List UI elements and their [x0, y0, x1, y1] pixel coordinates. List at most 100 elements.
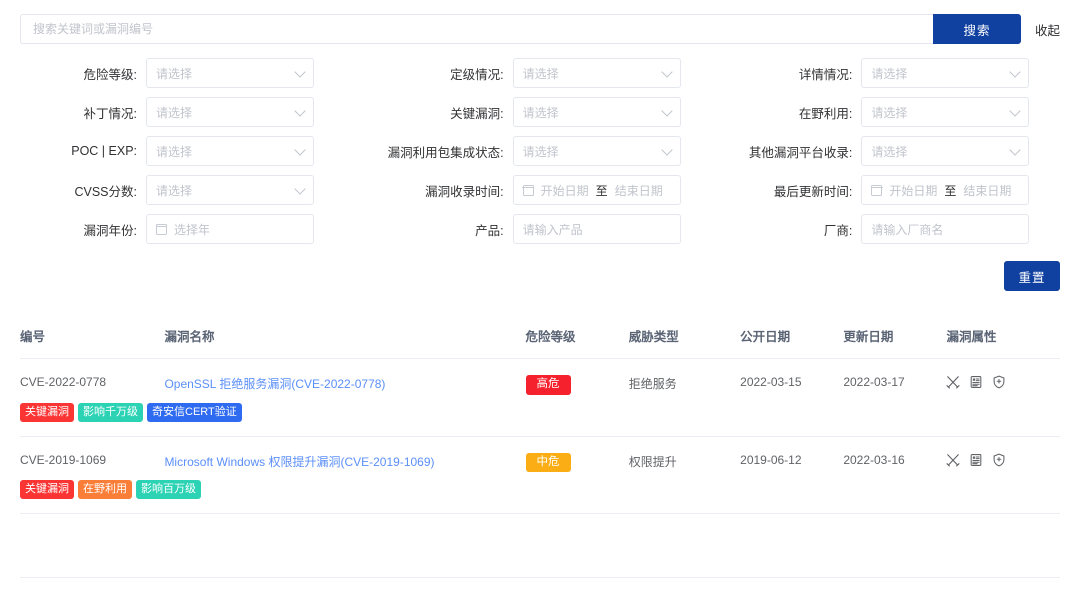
vendor-input[interactable]: 请输入厂商名	[861, 214, 1030, 244]
results-table: 编号 漏洞名称 危险等级 威胁类型 公开日期 更新日期 漏洞属性 CVE-202…	[20, 313, 1060, 515]
filter-label: 关键漏洞:	[450, 106, 504, 121]
key-vulnerability-select[interactable]: 请选择	[512, 97, 681, 127]
start-date-value: 开始日期	[889, 183, 938, 198]
select-value: 请选择	[871, 105, 908, 120]
filter-last-update-date-range: 最后更新时间: 开始日期 至 结束日期	[713, 175, 1060, 205]
filter-label: 厂商:	[823, 223, 853, 238]
poc-exp-select[interactable]: 请选择	[146, 136, 314, 166]
header-threat: 威胁类型	[628, 313, 741, 359]
cell-published: 2022-03-15	[740, 375, 802, 389]
last-update-date-range-picker[interactable]: 开始日期 至 结束日期	[861, 175, 1030, 205]
filter-rating-status: 定级情况: 请选择	[367, 58, 714, 88]
chevron-down-icon	[294, 183, 306, 195]
date-separator: 至	[595, 183, 608, 198]
filter-label: 漏洞利用包集成状态:	[387, 145, 504, 160]
filter-exploit-kit-status: 漏洞利用包集成状态: 请选择	[367, 136, 714, 166]
filter-label: POC | EXP:	[71, 144, 137, 158]
vuln-year-picker[interactable]: 选择年	[146, 214, 314, 244]
end-date-value: 结束日期	[614, 183, 663, 198]
chevron-down-icon	[294, 66, 306, 78]
filter-key-vulnerability: 关键漏洞: 请选择	[367, 97, 714, 127]
filter-label: 定级情况:	[450, 67, 504, 82]
vulnerability-search-page: 搜索 收起 危险等级: 请选择 定级情况: 请选择 详情情况:	[0, 0, 1080, 590]
filter-label: 在野利用:	[798, 106, 853, 121]
table-header: 编号 漏洞名称 危险等级 威胁类型 公开日期 更新日期 漏洞属性	[20, 313, 1060, 359]
cell-name: OpenSSL 拒绝服务漏洞(CVE-2022-0778)	[164, 359, 525, 399]
cell-updated: 2022-03-17	[843, 375, 905, 389]
header-level: 危险等级	[525, 313, 629, 359]
table-body: CVE-2022-0778 OpenSSL 拒绝服务漏洞(CVE-2022-07…	[20, 359, 1060, 515]
shield-patch-icon[interactable]	[992, 375, 1006, 389]
cell-threat: 权限提升	[628, 454, 677, 469]
filter-row: 危险等级: 请选择 定级情况: 请选择 详情情况: 请选择	[20, 58, 1060, 88]
filter-row: 漏洞年份: 选择年 产品: 请输入产品 厂商: 请输入厂商名	[20, 214, 1060, 244]
filter-label: 补丁情况:	[83, 106, 137, 121]
header-id: 编号	[20, 313, 165, 359]
results-table-wrapper: 编号 漏洞名称 危险等级 威胁类型 公开日期 更新日期 漏洞属性 CVE-202…	[0, 313, 1080, 515]
filter-other-platform-listing: 其他漏洞平台收录: 请选择	[713, 136, 1060, 166]
cell-level: 中危	[525, 436, 629, 476]
filter-danger-level: 危险等级: 请选择	[20, 58, 367, 88]
header-published: 公开日期	[740, 313, 844, 359]
exploit-kit-status-select[interactable]: 请选择	[512, 136, 681, 166]
header-name: 漏洞名称	[164, 313, 526, 359]
severity-badge: 高危	[525, 375, 571, 395]
filter-label: CVSS分数:	[74, 184, 137, 199]
filter-record-date-range: 漏洞收录时间: 开始日期 至 结束日期	[367, 175, 714, 205]
detail-status-select[interactable]: 请选择	[861, 58, 1030, 88]
collapse-toggle[interactable]: 收起	[1035, 20, 1060, 39]
filter-poc-exp: POC | EXP: 请选择	[20, 136, 367, 166]
filter-in-the-wild: 在野利用: 请选择	[713, 97, 1060, 127]
filter-label: 危险等级:	[83, 67, 137, 82]
start-date-value: 开始日期	[540, 183, 589, 198]
chevron-down-icon	[1009, 105, 1021, 117]
header-attributes: 漏洞属性	[946, 313, 1060, 359]
chevron-down-icon	[294, 105, 306, 117]
in-the-wild-select[interactable]: 请选择	[861, 97, 1030, 127]
table-row[interactable]: CVE-2022-0778 OpenSSL 拒绝服务漏洞(CVE-2022-07…	[20, 359, 1060, 399]
search-input[interactable]	[20, 14, 933, 44]
filter-vendor: 厂商: 请输入厂商名	[713, 214, 1060, 244]
patch-status-select[interactable]: 请选择	[146, 97, 314, 127]
crossed-swords-icon[interactable]	[946, 375, 961, 389]
filter-label: 最后更新时间:	[773, 184, 853, 199]
calendar-icon	[522, 184, 534, 196]
cell-level: 高危	[525, 359, 629, 399]
select-value: 请选择	[522, 105, 559, 120]
rating-status-select[interactable]: 请选择	[512, 58, 681, 88]
filter-row: POC | EXP: 请选择 漏洞利用包集成状态: 请选择 其他漏洞平台收录: …	[20, 136, 1060, 166]
other-platform-listing-select[interactable]: 请选择	[861, 136, 1030, 166]
danger-level-select[interactable]: 请选择	[146, 58, 314, 88]
chevron-down-icon	[660, 105, 673, 117]
select-value: 请选择	[522, 66, 559, 81]
document-icon[interactable]	[969, 375, 983, 389]
product-input[interactable]: 请输入产品	[512, 214, 681, 244]
vulnerability-link[interactable]: OpenSSL 拒绝服务漏洞(CVE-2022-0778)	[164, 377, 385, 391]
filter-label: 漏洞收录时间:	[425, 184, 504, 199]
vuln-tag: 关键漏洞	[20, 402, 74, 422]
cell-name: Microsoft Windows 权限提升漏洞(CVE-2019-1069)	[164, 436, 525, 476]
shield-patch-icon[interactable]	[992, 453, 1006, 467]
document-icon[interactable]	[969, 453, 983, 467]
table-row-tags: 关键漏洞 在野利用 影响百万级	[20, 476, 1060, 515]
cell-updated: 2022-03-16	[843, 452, 905, 467]
input-placeholder: 请输入产品	[522, 222, 583, 237]
calendar-icon	[155, 223, 168, 235]
cell-id: CVE-2022-0778	[20, 375, 107, 389]
chevron-down-icon	[660, 66, 673, 78]
table-row-tags: 关键漏洞 影响千万级 奇安信CERT验证	[20, 398, 1060, 437]
chevron-down-icon	[294, 144, 306, 156]
vuln-tag: 影响千万级	[78, 402, 143, 422]
year-value: 选择年	[174, 222, 211, 237]
table-row[interactable]: CVE-2019-1069 Microsoft Windows 权限提升漏洞(C…	[20, 436, 1060, 476]
record-date-range-picker[interactable]: 开始日期 至 结束日期	[512, 175, 681, 205]
search-bar: 搜索 收起	[0, 0, 1080, 48]
cell-threat: 拒绝服务	[628, 377, 677, 391]
cvss-score-select[interactable]: 请选择	[146, 175, 314, 205]
filter-row: 补丁情况: 请选择 关键漏洞: 请选择 在野利用: 请选择	[20, 97, 1060, 127]
select-value: 请选择	[156, 183, 193, 198]
reset-button[interactable]: 重置	[1004, 261, 1060, 291]
search-button[interactable]: 搜索	[932, 14, 1021, 44]
vulnerability-link[interactable]: Microsoft Windows 权限提升漏洞(CVE-2019-1069)	[164, 455, 434, 469]
crossed-swords-icon[interactable]	[946, 453, 961, 467]
